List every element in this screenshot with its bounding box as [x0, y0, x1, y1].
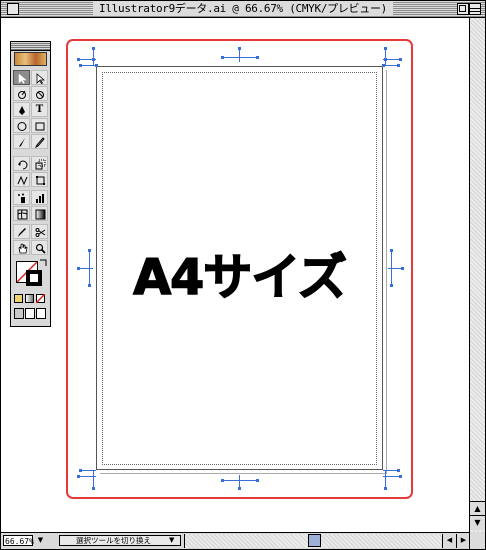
gradient-mode-icon[interactable] [25, 294, 34, 303]
ellipse-icon[interactable] [13, 118, 30, 133]
illustrator-logo[interactable] [14, 52, 47, 66]
gradient-icon[interactable] [31, 206, 48, 221]
toolbox-palette[interactable]: T [10, 41, 51, 327]
zoom-menu-arrow-icon[interactable]: ▼ [35, 535, 46, 546]
free-transform-icon[interactable] [31, 172, 48, 187]
page-size-label[interactable]: A4サイズ [96, 238, 383, 309]
document-window: Illustrator9データ.ai @ 66.67% (CMYK/プレビュー)… [0, 0, 486, 550]
twirl-icon[interactable] [13, 86, 30, 101]
swap-arrow-icon[interactable] [39, 259, 47, 267]
zoom-icon[interactable] [31, 240, 48, 255]
scroll-down-arrow-icon[interactable]: ▼ [470, 515, 485, 530]
color-mode-icon[interactable] [14, 294, 23, 303]
stroke-swatch[interactable] [26, 270, 42, 286]
graph-icon[interactable] [31, 190, 48, 205]
scroll-right-arrow-icon[interactable]: ▶ [456, 534, 470, 548]
reshape-icon[interactable] [31, 86, 48, 101]
status-menu-arrow-icon[interactable]: ▼ [169, 536, 174, 544]
close-box[interactable] [7, 3, 19, 15]
horizontal-scrollbar[interactable]: ◀ ▶ [184, 534, 470, 548]
horizontal-scroll-thumb[interactable] [308, 534, 321, 547]
zoom-box[interactable] [457, 3, 469, 15]
mesh-icon[interactable] [13, 206, 30, 221]
zoom-level-field[interactable]: 66.67% [3, 535, 34, 546]
fill-stroke-swatches[interactable] [14, 259, 47, 291]
scroll-up-arrow-icon[interactable]: ▲ [470, 501, 485, 516]
resize-grow-box[interactable] [469, 532, 485, 549]
scissors-icon[interactable] [31, 224, 48, 239]
type-icon[interactable]: T [31, 102, 48, 117]
pen-icon[interactable] [13, 102, 30, 117]
warp-icon[interactable] [13, 172, 30, 187]
palette-title-bar[interactable] [11, 42, 50, 51]
rotate-icon[interactable] [13, 156, 30, 171]
screen-mode-row [14, 308, 47, 321]
status-bar: 66.67% ▼ 選択ツールを切り換え ▼ ◀ ▶ [1, 532, 485, 549]
paintbrush-icon[interactable] [13, 134, 30, 149]
eyedropper-icon[interactable] [13, 224, 30, 239]
standard-screen-icon[interactable] [14, 308, 24, 319]
scroll-left-arrow-icon[interactable]: ◀ [442, 534, 456, 548]
full-screen-menu-icon[interactable] [25, 308, 35, 319]
none-mode-icon[interactable] [36, 294, 45, 303]
title-bar[interactable]: Illustrator9データ.ai @ 66.67% (CMYK/プレビュー) [1, 1, 485, 18]
direct-selection-icon[interactable] [31, 70, 48, 85]
scale-icon[interactable] [31, 156, 48, 171]
artboard-canvas[interactable]: A4サイズ T [1, 18, 469, 532]
window-title: Illustrator9データ.ai @ 66.67% (CMYK/プレビュー) [93, 1, 393, 16]
symbol-sprayer-icon[interactable] [13, 190, 30, 205]
selection-arrow-icon[interactable] [13, 70, 30, 85]
status-menu[interactable]: 選択ツールを切り換え [59, 535, 181, 546]
full-screen-icon[interactable] [36, 308, 46, 319]
paint-mode-row [14, 294, 47, 305]
pencil-icon[interactable] [31, 134, 48, 149]
rectangle-icon[interactable] [31, 118, 48, 133]
hand-icon[interactable] [13, 240, 30, 255]
collapse-box[interactable] [469, 3, 481, 15]
vertical-scrollbar[interactable]: ▲ ▼ [469, 18, 485, 532]
